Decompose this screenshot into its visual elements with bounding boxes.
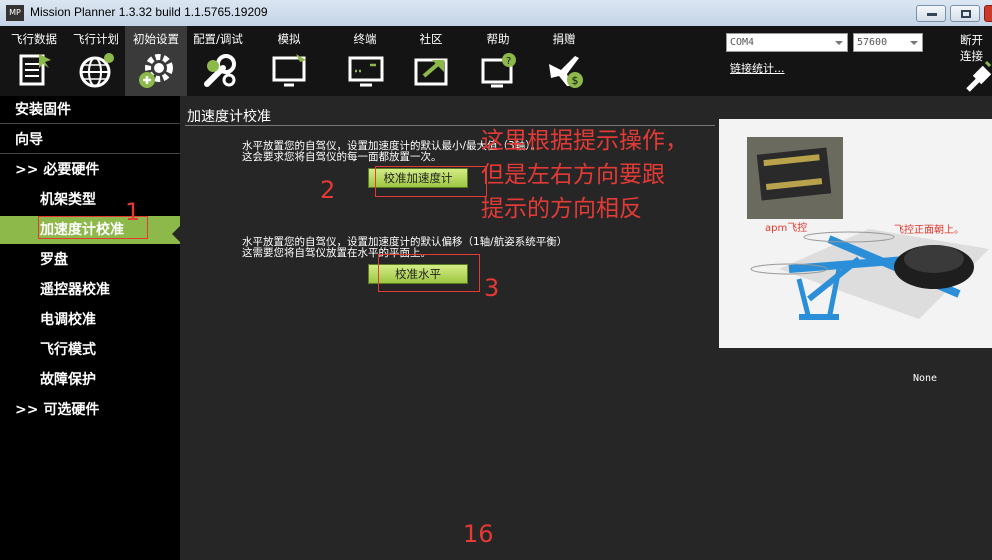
window-title: Mission Planner 1.3.32 build 1.1.5765.19… bbox=[30, 5, 268, 19]
annotation-box-level bbox=[378, 254, 480, 292]
toolbar-label: 社区 bbox=[419, 32, 443, 46]
minimize-icon bbox=[927, 13, 937, 16]
app-logo-icon: MP bbox=[6, 5, 24, 21]
toolbar-label: 终端 bbox=[353, 32, 377, 46]
toolbar-initial-setup[interactable]: 初始设置 bbox=[125, 26, 187, 96]
toolbar-label: 模拟 bbox=[277, 32, 301, 46]
toolbar-label: 飞行计划 bbox=[73, 32, 119, 46]
face-up-label: 飞控正面朝上。 bbox=[894, 225, 964, 236]
chevron-down-icon bbox=[835, 41, 843, 45]
orientation-photo: apm飞控 飞控正面朝上。 bbox=[719, 119, 992, 348]
sidebar-item-esc-calibration[interactable]: 电调校准 bbox=[0, 306, 180, 334]
baud-rate-value: 57600 bbox=[857, 37, 888, 48]
initial-setup-gear-icon bbox=[139, 54, 173, 88]
annotation-number-16: 16 bbox=[463, 520, 494, 548]
flight-plan-globe-icon bbox=[79, 53, 114, 88]
main-toolbar: 飞行数据 飞行计划 初始设置 配置/调试 模拟 终端 社区 帮助 ? 捐赠 $ … bbox=[0, 26, 992, 96]
annotation-number-1: 1 bbox=[125, 198, 141, 226]
setup-sidebar: 安装固件 向导 >> 必要硬件 机架类型 加速度计校准 罗盘 遥控器校准 电调校… bbox=[0, 96, 180, 560]
sidebar-item-mandatory-hardware[interactable]: >> 必要硬件 bbox=[0, 156, 180, 184]
status-text: None bbox=[913, 373, 938, 384]
sidebar-item-optional-hardware[interactable]: >> 可选硬件 bbox=[0, 396, 180, 424]
title-bar: MP Mission Planner 1.3.32 build 1.1.5765… bbox=[0, 0, 992, 26]
toolbar-help[interactable]: 帮助 ? bbox=[467, 26, 529, 96]
maximize-icon bbox=[961, 10, 971, 18]
annotation-line1: 这里根据提示操作， bbox=[481, 128, 688, 154]
link-stats-link[interactable]: 链接统计... bbox=[730, 60, 785, 76]
config-tuning-wrench-icon bbox=[204, 54, 236, 87]
disconnect-button[interactable]: 断开连接 bbox=[960, 32, 992, 96]
annotation-note: 这里根据提示操作， 但是左右方向要跟 提示的方向相反 bbox=[481, 124, 741, 226]
com-port-value: COM4 bbox=[730, 37, 755, 48]
toolbar-label: 捐赠 bbox=[552, 32, 576, 46]
toolbar-label: 初始设置 bbox=[133, 32, 179, 46]
sidebar-item-install-firmware[interactable]: 安装固件 bbox=[0, 96, 180, 124]
toolbar-label: 配置/调试 bbox=[193, 32, 243, 46]
terminal-monitor-icon bbox=[348, 56, 384, 87]
com-port-select[interactable]: COM4 bbox=[726, 33, 848, 52]
annotation-line3: 提示的方向相反 bbox=[481, 196, 642, 222]
sidebar-item-flight-modes[interactable]: 飞行模式 bbox=[0, 336, 180, 364]
simulation-monitor-icon bbox=[272, 54, 306, 87]
annotation-number-3: 3 bbox=[484, 274, 500, 302]
flight-data-icon bbox=[19, 54, 51, 86]
toolbar-terminal[interactable]: 终端 bbox=[334, 26, 396, 96]
maximize-button[interactable] bbox=[950, 5, 980, 22]
community-share-icon bbox=[414, 58, 448, 86]
sidebar-item-wizard[interactable]: 向导 bbox=[0, 126, 180, 154]
toolbar-flight-plan[interactable]: 飞行计划 bbox=[65, 26, 127, 96]
close-button[interactable] bbox=[984, 5, 992, 22]
toolbar-label: 帮助 bbox=[486, 32, 510, 46]
annotation-number-2: 2 bbox=[320, 176, 336, 204]
annotation-line2: 但是左右方向要跟 bbox=[481, 162, 665, 188]
toolbar-community[interactable]: 社区 bbox=[400, 26, 462, 96]
chevron-down-icon bbox=[910, 41, 918, 45]
active-indicator-arrow bbox=[172, 226, 180, 242]
sidebar-item-frame-type[interactable]: 机架类型 bbox=[0, 186, 180, 214]
toolbar-flight-data[interactable]: 飞行数据 bbox=[3, 26, 65, 96]
sidebar-item-failsafe[interactable]: 故障保护 bbox=[0, 366, 180, 394]
sidebar-item-radio-calibration[interactable]: 遥控器校准 bbox=[0, 276, 180, 304]
plug-icon bbox=[966, 60, 992, 92]
svg-text:?: ? bbox=[506, 56, 511, 67]
toolbar-label: 飞行数据 bbox=[11, 32, 57, 46]
apm-label: apm飞控 bbox=[765, 223, 808, 234]
toolbar-donate[interactable]: 捐赠 $ bbox=[533, 26, 595, 96]
sidebar-item-compass[interactable]: 罗盘 bbox=[0, 246, 180, 274]
baud-rate-select[interactable]: 57600 bbox=[853, 33, 923, 52]
donate-plane-icon: $ bbox=[549, 56, 583, 88]
minimize-button[interactable] bbox=[916, 5, 946, 22]
toolbar-config-tuning[interactable]: 配置/调试 bbox=[187, 26, 249, 96]
page-title: 加速度计校准 bbox=[187, 109, 271, 125]
svg-text:$: $ bbox=[572, 74, 579, 87]
toolbar-simulation[interactable]: 模拟 bbox=[258, 26, 320, 96]
annotation-box-accel bbox=[375, 166, 487, 197]
help-monitor-icon: ? bbox=[481, 53, 516, 88]
